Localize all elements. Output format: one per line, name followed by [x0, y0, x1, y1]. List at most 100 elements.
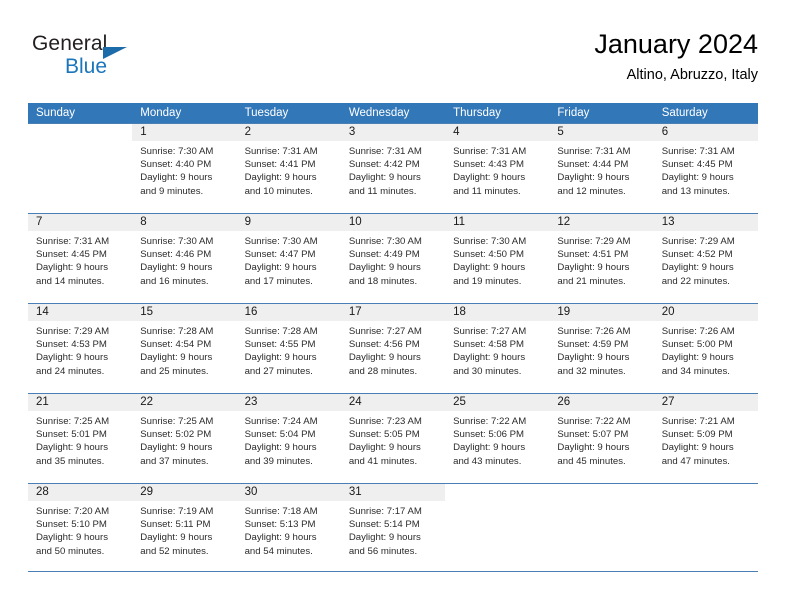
sunset-text: Sunset: 4:59 PM — [557, 339, 629, 351]
day-cell[interactable]: 15 Sunrise: 7:28 AM Sunset: 4:54 PM Dayl… — [132, 304, 237, 393]
day-cell[interactable]: 6 Sunrise: 7:31 AM Sunset: 4:45 PM Dayli… — [653, 124, 758, 213]
daylight-text-line1: Daylight: 9 hours — [557, 172, 630, 184]
day-number: 20 — [653, 304, 758, 321]
day-cell[interactable]: 2 Sunrise: 7:31 AM Sunset: 4:41 PM Dayli… — [236, 124, 341, 213]
daylight-text-line2: and 39 minutes. — [244, 455, 313, 467]
day-info: Sunrise: 7:30 AM Sunset: 4:46 PM Dayligh… — [132, 231, 236, 288]
day-info: Sunrise: 7:26 AM Sunset: 5:00 PM Dayligh… — [654, 321, 758, 378]
day-info: Sunrise: 7:22 AM Sunset: 5:07 PM Dayligh… — [549, 411, 653, 468]
day-cell[interactable]: 30 Sunrise: 7:18 AM Sunset: 5:13 PM Dayl… — [236, 484, 341, 573]
daylight-text-line1: Daylight: 9 hours — [348, 352, 421, 364]
day-cell[interactable]: 8 Sunrise: 7:30 AM Sunset: 4:46 PM Dayli… — [132, 214, 237, 303]
day-info: Sunrise: 7:30 AM Sunset: 4:40 PM Dayligh… — [132, 141, 236, 198]
day-cell[interactable]: 16 Sunrise: 7:28 AM Sunset: 4:55 PM Dayl… — [236, 304, 341, 393]
day-info: Sunrise: 7:27 AM Sunset: 4:58 PM Dayligh… — [445, 321, 549, 378]
day-cell[interactable]: 13 Sunrise: 7:29 AM Sunset: 4:52 PM Dayl… — [653, 214, 758, 303]
day-number: 22 — [132, 394, 237, 411]
day-cell[interactable]: 28 Sunrise: 7:20 AM Sunset: 5:10 PM Dayl… — [28, 484, 133, 573]
day-cell[interactable]: 14 Sunrise: 7:29 AM Sunset: 4:53 PM Dayl… — [28, 304, 133, 393]
day-number: 6 — [653, 124, 758, 141]
daylight-text-line2: and 52 minutes. — [140, 545, 209, 557]
day-cell[interactable]: 26 Sunrise: 7:22 AM Sunset: 5:07 PM Dayl… — [549, 394, 654, 483]
day-number: 13 — [653, 214, 758, 231]
sunset-text: Sunset: 4:51 PM — [557, 249, 629, 261]
day-info: Sunrise: 7:30 AM Sunset: 4:47 PM Dayligh… — [237, 231, 341, 288]
daylight-text-line2: and 54 minutes. — [244, 545, 313, 557]
daylight-text-line2: and 9 minutes. — [140, 185, 204, 197]
day-cell[interactable]: 18 Sunrise: 7:27 AM Sunset: 4:58 PM Dayl… — [445, 304, 550, 393]
daylight-text-line1: Daylight: 9 hours — [557, 442, 630, 454]
day-cell[interactable]: 27 Sunrise: 7:21 AM Sunset: 5:09 PM Dayl… — [653, 394, 758, 483]
day-cell[interactable]: 12 Sunrise: 7:29 AM Sunset: 4:51 PM Dayl… — [549, 214, 654, 303]
day-cell[interactable]: 1 Sunrise: 7:30 AM Sunset: 4:40 PM Dayli… — [132, 124, 237, 213]
sunset-text: Sunset: 4:58 PM — [453, 339, 525, 351]
day-cell[interactable]: 7 Sunrise: 7:31 AM Sunset: 4:45 PM Dayli… — [28, 214, 133, 303]
day-number: 11 — [445, 214, 550, 231]
day-info: Sunrise: 7:29 AM Sunset: 4:51 PM Dayligh… — [549, 231, 653, 288]
daylight-text-line1: Daylight: 9 hours — [453, 442, 526, 454]
daylight-text-line1: Daylight: 9 hours — [140, 352, 213, 364]
day-number: 21 — [28, 394, 133, 411]
day-cell[interactable]: 5 Sunrise: 7:31 AM Sunset: 4:44 PM Dayli… — [549, 124, 654, 213]
week-row: 28 Sunrise: 7:20 AM Sunset: 5:10 PM Dayl… — [28, 483, 758, 573]
day-number: 18 — [445, 304, 550, 321]
sunset-text: Sunset: 4:47 PM — [244, 249, 316, 261]
sunrise-text: Sunrise: 7:30 AM — [244, 236, 318, 247]
sunset-text: Sunset: 5:04 PM — [244, 429, 316, 441]
day-cell[interactable]: 19 Sunrise: 7:26 AM Sunset: 4:59 PM Dayl… — [549, 304, 654, 393]
sunrise-text: Sunrise: 7:17 AM — [348, 506, 422, 517]
weekday-saturday: Saturday — [661, 107, 708, 119]
day-cell[interactable]: 24 Sunrise: 7:23 AM Sunset: 5:05 PM Dayl… — [340, 394, 446, 483]
day-cell[interactable]: 22 Sunrise: 7:25 AM Sunset: 5:02 PM Dayl… — [132, 394, 237, 483]
day-cell[interactable]: 23 Sunrise: 7:24 AM Sunset: 5:04 PM Dayl… — [236, 394, 341, 483]
daylight-text-line1: Daylight: 9 hours — [140, 262, 213, 274]
day-cell[interactable]: 3 Sunrise: 7:31 AM Sunset: 4:42 PM Dayli… — [340, 124, 446, 213]
sunset-text: Sunset: 4:45 PM — [661, 159, 733, 171]
day-cell[interactable]: 10 Sunrise: 7:30 AM Sunset: 4:49 PM Dayl… — [340, 214, 446, 303]
day-info: Sunrise: 7:20 AM Sunset: 5:10 PM Dayligh… — [28, 501, 132, 558]
day-number: 17 — [340, 304, 446, 321]
day-cell[interactable]: 25 Sunrise: 7:22 AM Sunset: 5:06 PM Dayl… — [445, 394, 550, 483]
day-cell[interactable]: 4 Sunrise: 7:31 AM Sunset: 4:43 PM Dayli… — [445, 124, 550, 213]
sunset-text: Sunset: 4:53 PM — [36, 339, 107, 351]
sunrise-text: Sunrise: 7:31 AM — [244, 146, 318, 157]
sunrise-text: Sunrise: 7:21 AM — [661, 416, 735, 427]
daylight-text-line1: Daylight: 9 hours — [661, 262, 734, 274]
daylight-text-line1: Daylight: 9 hours — [244, 352, 317, 364]
day-cell[interactable]: 31 Sunrise: 7:17 AM Sunset: 5:14 PM Dayl… — [340, 484, 446, 573]
day-cell[interactable]: 20 Sunrise: 7:26 AM Sunset: 5:00 PM Dayl… — [653, 304, 758, 393]
sunset-text: Sunset: 5:05 PM — [348, 429, 420, 441]
day-number: 8 — [132, 214, 237, 231]
calendar-page: General Blue January 2024 Altino, Abruzz… — [0, 0, 792, 612]
weekday-thursday: Thursday — [453, 107, 502, 119]
general-blue-logo[interactable]: General Blue — [32, 32, 152, 90]
day-info: Sunrise: 7:29 AM Sunset: 4:52 PM Dayligh… — [654, 231, 758, 288]
sunrise-text: Sunrise: 7:20 AM — [36, 506, 110, 517]
daylight-text-line1: Daylight: 9 hours — [244, 532, 317, 544]
day-cell[interactable]: 21 Sunrise: 7:25 AM Sunset: 5:01 PM Dayl… — [28, 394, 133, 483]
daylight-text-line2: and 16 minutes. — [140, 275, 209, 287]
day-number: 14 — [28, 304, 133, 321]
daylight-text-line2: and 30 minutes. — [453, 365, 522, 377]
sunrise-text: Sunrise: 7:30 AM — [140, 146, 214, 157]
sunset-text: Sunset: 4:46 PM — [140, 249, 212, 261]
sunrise-text: Sunrise: 7:25 AM — [36, 416, 110, 427]
sunset-text: Sunset: 4:45 PM — [36, 249, 107, 261]
day-info: Sunrise: 7:28 AM Sunset: 4:55 PM Dayligh… — [237, 321, 341, 378]
day-info: Sunrise: 7:23 AM Sunset: 5:05 PM Dayligh… — [341, 411, 445, 468]
day-info: Sunrise: 7:24 AM Sunset: 5:04 PM Dayligh… — [237, 411, 341, 468]
day-info: Sunrise: 7:31 AM Sunset: 4:43 PM Dayligh… — [445, 141, 549, 198]
daylight-text-line2: and 45 minutes. — [557, 455, 626, 467]
sunset-text: Sunset: 4:50 PM — [453, 249, 525, 261]
sunrise-text: Sunrise: 7:29 AM — [36, 326, 110, 337]
sunset-text: Sunset: 4:49 PM — [348, 249, 420, 261]
day-cell[interactable]: 9 Sunrise: 7:30 AM Sunset: 4:47 PM Dayli… — [236, 214, 341, 303]
day-number: 4 — [445, 124, 550, 141]
sunset-text: Sunset: 4:56 PM — [348, 339, 420, 351]
weekday-wednesday: Wednesday — [348, 107, 410, 119]
day-cell[interactable]: 17 Sunrise: 7:27 AM Sunset: 4:56 PM Dayl… — [340, 304, 446, 393]
day-cell[interactable]: 29 Sunrise: 7:19 AM Sunset: 5:11 PM Dayl… — [132, 484, 237, 573]
day-cell[interactable]: 11 Sunrise: 7:30 AM Sunset: 4:50 PM Dayl… — [445, 214, 550, 303]
daylight-text-line2: and 41 minutes. — [348, 455, 418, 467]
daylight-text-line2: and 17 minutes. — [244, 275, 313, 287]
